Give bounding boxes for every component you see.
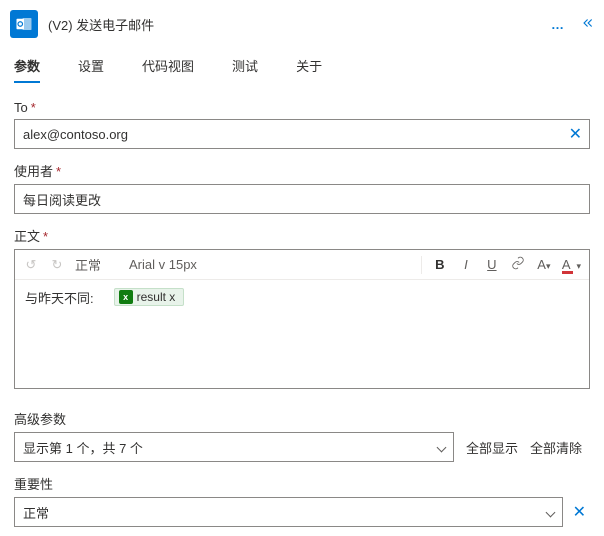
tab-code-view[interactable]: 代码视图 bbox=[142, 56, 194, 83]
rte-toolbar: ↺ ↻ 正常 Arial v 15px B I U A▾ A ▾ bbox=[15, 250, 589, 280]
card-title: (V2) 发送电子邮件 bbox=[48, 15, 541, 34]
bold-button[interactable]: B bbox=[432, 257, 448, 272]
subject-input[interactable] bbox=[14, 184, 590, 214]
label-to: To* bbox=[14, 100, 590, 115]
clear-all-button[interactable]: 全部清除 bbox=[530, 438, 582, 457]
font-color-button[interactable]: A▾ bbox=[536, 257, 552, 272]
undo-button[interactable]: ↺ bbox=[23, 257, 39, 273]
link-button[interactable] bbox=[510, 256, 526, 273]
chevron-down-icon bbox=[437, 442, 447, 452]
label-subject: 使用者* bbox=[14, 161, 590, 180]
token-label: result x bbox=[137, 290, 176, 304]
advanced-select[interactable]: 显示第 1 个，共 7 个 bbox=[14, 432, 454, 462]
field-to: To* ✕ bbox=[10, 100, 594, 149]
importance-select[interactable]: 正常 bbox=[14, 497, 563, 527]
collapse-button[interactable] bbox=[580, 16, 594, 33]
body-text-prefix: 与昨天不同: bbox=[25, 288, 94, 307]
clear-importance-button[interactable]: ✕ bbox=[569, 502, 590, 522]
italic-button[interactable]: I bbox=[458, 257, 474, 272]
clear-to-button[interactable]: ✕ bbox=[565, 124, 586, 144]
style-select[interactable]: 正常 bbox=[75, 255, 101, 274]
dynamic-content-token[interactable]: result x bbox=[114, 288, 185, 306]
tab-test[interactable]: 测试 bbox=[232, 56, 258, 83]
font-select[interactable]: Arial v 15px bbox=[129, 257, 197, 272]
tab-params[interactable]: 参数 bbox=[14, 56, 40, 83]
underline-button[interactable]: U bbox=[484, 257, 500, 272]
field-body: 正文* ↺ ↻ 正常 Arial v 15px B I U A▾ A ▾ bbox=[10, 226, 594, 389]
importance-value: 正常 bbox=[23, 503, 49, 522]
field-advanced: 高级参数 显示第 1 个，共 7 个 全部显示 全部清除 bbox=[10, 409, 594, 462]
more-menu-button[interactable]: … bbox=[551, 17, 566, 32]
chevron-down-icon bbox=[545, 507, 555, 517]
tab-about[interactable]: 关于 bbox=[296, 56, 322, 83]
tab-settings[interactable]: 设置 bbox=[78, 56, 104, 83]
label-importance: 重要性 bbox=[14, 474, 590, 493]
tab-bar: 参数 设置 代码视图 测试 关于 bbox=[10, 56, 594, 84]
label-advanced: 高级参数 bbox=[14, 409, 590, 428]
show-all-button[interactable]: 全部显示 bbox=[466, 438, 518, 457]
to-input[interactable] bbox=[14, 119, 590, 149]
field-importance: 重要性 正常 ✕ bbox=[10, 474, 594, 527]
rich-text-editor: ↺ ↻ 正常 Arial v 15px B I U A▾ A ▾ 与昨天不同: bbox=[14, 249, 590, 389]
advanced-select-value: 显示第 1 个，共 7 个 bbox=[23, 438, 143, 457]
redo-button[interactable]: ↻ bbox=[49, 257, 65, 273]
body-input[interactable]: 与昨天不同: result x bbox=[15, 280, 589, 388]
highlight-button[interactable]: A ▾ bbox=[562, 257, 581, 272]
outlook-icon bbox=[10, 10, 38, 38]
card-header: (V2) 发送电子邮件 … bbox=[10, 4, 594, 56]
excel-icon bbox=[119, 290, 133, 304]
field-subject: 使用者* bbox=[10, 161, 594, 214]
label-body: 正文* bbox=[14, 226, 590, 245]
